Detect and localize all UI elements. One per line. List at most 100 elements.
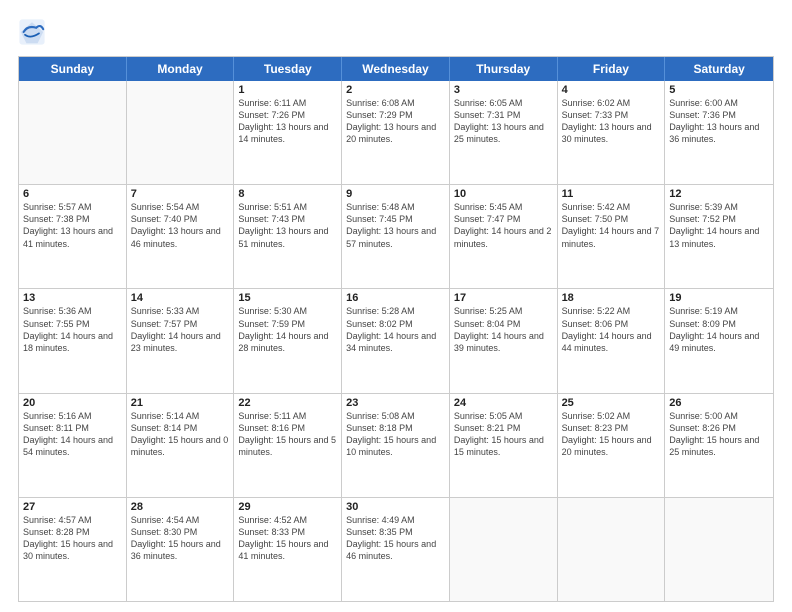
logo-icon	[18, 18, 46, 46]
day-number: 1	[238, 84, 337, 96]
empty-cell-4-4	[450, 498, 558, 601]
day-cell-14: 14Sunrise: 5:33 AM Sunset: 7:57 PM Dayli…	[127, 289, 235, 392]
day-number: 16	[346, 292, 445, 304]
empty-cell-4-5	[558, 498, 666, 601]
day-info: Sunrise: 5:19 AM Sunset: 8:09 PM Dayligh…	[669, 305, 769, 354]
day-info: Sunrise: 5:16 AM Sunset: 8:11 PM Dayligh…	[23, 410, 122, 459]
day-cell-10: 10Sunrise: 5:45 AM Sunset: 7:47 PM Dayli…	[450, 185, 558, 288]
day-number: 27	[23, 501, 122, 513]
day-info: Sunrise: 5:51 AM Sunset: 7:43 PM Dayligh…	[238, 201, 337, 250]
day-info: Sunrise: 5:00 AM Sunset: 8:26 PM Dayligh…	[669, 410, 769, 459]
day-info: Sunrise: 6:00 AM Sunset: 7:36 PM Dayligh…	[669, 97, 769, 146]
day-info: Sunrise: 5:54 AM Sunset: 7:40 PM Dayligh…	[131, 201, 230, 250]
calendar-week-5: 27Sunrise: 4:57 AM Sunset: 8:28 PM Dayli…	[19, 497, 773, 601]
day-number: 5	[669, 84, 769, 96]
day-info: Sunrise: 5:02 AM Sunset: 8:23 PM Dayligh…	[562, 410, 661, 459]
day-number: 3	[454, 84, 553, 96]
day-info: Sunrise: 5:48 AM Sunset: 7:45 PM Dayligh…	[346, 201, 445, 250]
day-info: Sunrise: 6:11 AM Sunset: 7:26 PM Dayligh…	[238, 97, 337, 146]
day-info: Sunrise: 5:57 AM Sunset: 7:38 PM Dayligh…	[23, 201, 122, 250]
day-number: 30	[346, 501, 445, 513]
calendar-week-1: 1Sunrise: 6:11 AM Sunset: 7:26 PM Daylig…	[19, 81, 773, 184]
day-cell-19: 19Sunrise: 5:19 AM Sunset: 8:09 PM Dayli…	[665, 289, 773, 392]
day-info: Sunrise: 5:42 AM Sunset: 7:50 PM Dayligh…	[562, 201, 661, 250]
day-number: 2	[346, 84, 445, 96]
day-header-monday: Monday	[127, 57, 235, 81]
day-info: Sunrise: 6:05 AM Sunset: 7:31 PM Dayligh…	[454, 97, 553, 146]
day-number: 28	[131, 501, 230, 513]
header	[18, 18, 774, 46]
day-number: 26	[669, 397, 769, 409]
day-cell-1: 1Sunrise: 6:11 AM Sunset: 7:26 PM Daylig…	[234, 81, 342, 184]
day-number: 14	[131, 292, 230, 304]
empty-cell-4-6	[665, 498, 773, 601]
day-info: Sunrise: 4:57 AM Sunset: 8:28 PM Dayligh…	[23, 514, 122, 563]
day-cell-7: 7Sunrise: 5:54 AM Sunset: 7:40 PM Daylig…	[127, 185, 235, 288]
day-number: 9	[346, 188, 445, 200]
day-info: Sunrise: 4:54 AM Sunset: 8:30 PM Dayligh…	[131, 514, 230, 563]
day-header-thursday: Thursday	[450, 57, 558, 81]
day-info: Sunrise: 5:45 AM Sunset: 7:47 PM Dayligh…	[454, 201, 553, 250]
day-number: 24	[454, 397, 553, 409]
day-number: 7	[131, 188, 230, 200]
day-info: Sunrise: 4:52 AM Sunset: 8:33 PM Dayligh…	[238, 514, 337, 563]
day-info: Sunrise: 5:22 AM Sunset: 8:06 PM Dayligh…	[562, 305, 661, 354]
calendar-body: 1Sunrise: 6:11 AM Sunset: 7:26 PM Daylig…	[19, 81, 773, 601]
day-number: 19	[669, 292, 769, 304]
day-number: 8	[238, 188, 337, 200]
day-number: 21	[131, 397, 230, 409]
day-number: 4	[562, 84, 661, 96]
day-number: 23	[346, 397, 445, 409]
day-number: 29	[238, 501, 337, 513]
day-cell-15: 15Sunrise: 5:30 AM Sunset: 7:59 PM Dayli…	[234, 289, 342, 392]
page: SundayMondayTuesdayWednesdayThursdayFrid…	[0, 0, 792, 612]
calendar: SundayMondayTuesdayWednesdayThursdayFrid…	[18, 56, 774, 602]
day-header-wednesday: Wednesday	[342, 57, 450, 81]
day-cell-16: 16Sunrise: 5:28 AM Sunset: 8:02 PM Dayli…	[342, 289, 450, 392]
day-info: Sunrise: 4:49 AM Sunset: 8:35 PM Dayligh…	[346, 514, 445, 563]
day-info: Sunrise: 5:05 AM Sunset: 8:21 PM Dayligh…	[454, 410, 553, 459]
day-info: Sunrise: 6:08 AM Sunset: 7:29 PM Dayligh…	[346, 97, 445, 146]
day-number: 20	[23, 397, 122, 409]
day-info: Sunrise: 5:36 AM Sunset: 7:55 PM Dayligh…	[23, 305, 122, 354]
day-header-tuesday: Tuesday	[234, 57, 342, 81]
calendar-week-3: 13Sunrise: 5:36 AM Sunset: 7:55 PM Dayli…	[19, 288, 773, 392]
day-info: Sunrise: 5:25 AM Sunset: 8:04 PM Dayligh…	[454, 305, 553, 354]
day-header-friday: Friday	[558, 57, 666, 81]
day-cell-30: 30Sunrise: 4:49 AM Sunset: 8:35 PM Dayli…	[342, 498, 450, 601]
day-cell-22: 22Sunrise: 5:11 AM Sunset: 8:16 PM Dayli…	[234, 394, 342, 497]
day-cell-6: 6Sunrise: 5:57 AM Sunset: 7:38 PM Daylig…	[19, 185, 127, 288]
day-cell-4: 4Sunrise: 6:02 AM Sunset: 7:33 PM Daylig…	[558, 81, 666, 184]
day-info: Sunrise: 5:28 AM Sunset: 8:02 PM Dayligh…	[346, 305, 445, 354]
day-number: 25	[562, 397, 661, 409]
day-info: Sunrise: 6:02 AM Sunset: 7:33 PM Dayligh…	[562, 97, 661, 146]
day-number: 15	[238, 292, 337, 304]
day-number: 13	[23, 292, 122, 304]
day-cell-29: 29Sunrise: 4:52 AM Sunset: 8:33 PM Dayli…	[234, 498, 342, 601]
day-header-sunday: Sunday	[19, 57, 127, 81]
day-info: Sunrise: 5:39 AM Sunset: 7:52 PM Dayligh…	[669, 201, 769, 250]
day-cell-2: 2Sunrise: 6:08 AM Sunset: 7:29 PM Daylig…	[342, 81, 450, 184]
day-cell-3: 3Sunrise: 6:05 AM Sunset: 7:31 PM Daylig…	[450, 81, 558, 184]
day-header-saturday: Saturday	[665, 57, 773, 81]
day-number: 11	[562, 188, 661, 200]
day-cell-12: 12Sunrise: 5:39 AM Sunset: 7:52 PM Dayli…	[665, 185, 773, 288]
day-info: Sunrise: 5:33 AM Sunset: 7:57 PM Dayligh…	[131, 305, 230, 354]
day-number: 12	[669, 188, 769, 200]
day-cell-17: 17Sunrise: 5:25 AM Sunset: 8:04 PM Dayli…	[450, 289, 558, 392]
day-info: Sunrise: 5:30 AM Sunset: 7:59 PM Dayligh…	[238, 305, 337, 354]
day-number: 10	[454, 188, 553, 200]
day-cell-8: 8Sunrise: 5:51 AM Sunset: 7:43 PM Daylig…	[234, 185, 342, 288]
day-info: Sunrise: 5:11 AM Sunset: 8:16 PM Dayligh…	[238, 410, 337, 459]
empty-cell-0-1	[127, 81, 235, 184]
day-cell-9: 9Sunrise: 5:48 AM Sunset: 7:45 PM Daylig…	[342, 185, 450, 288]
day-cell-5: 5Sunrise: 6:00 AM Sunset: 7:36 PM Daylig…	[665, 81, 773, 184]
calendar-header: SundayMondayTuesdayWednesdayThursdayFrid…	[19, 57, 773, 81]
day-cell-18: 18Sunrise: 5:22 AM Sunset: 8:06 PM Dayli…	[558, 289, 666, 392]
day-cell-20: 20Sunrise: 5:16 AM Sunset: 8:11 PM Dayli…	[19, 394, 127, 497]
day-number: 6	[23, 188, 122, 200]
calendar-week-2: 6Sunrise: 5:57 AM Sunset: 7:38 PM Daylig…	[19, 184, 773, 288]
day-cell-28: 28Sunrise: 4:54 AM Sunset: 8:30 PM Dayli…	[127, 498, 235, 601]
day-cell-23: 23Sunrise: 5:08 AM Sunset: 8:18 PM Dayli…	[342, 394, 450, 497]
day-cell-13: 13Sunrise: 5:36 AM Sunset: 7:55 PM Dayli…	[19, 289, 127, 392]
